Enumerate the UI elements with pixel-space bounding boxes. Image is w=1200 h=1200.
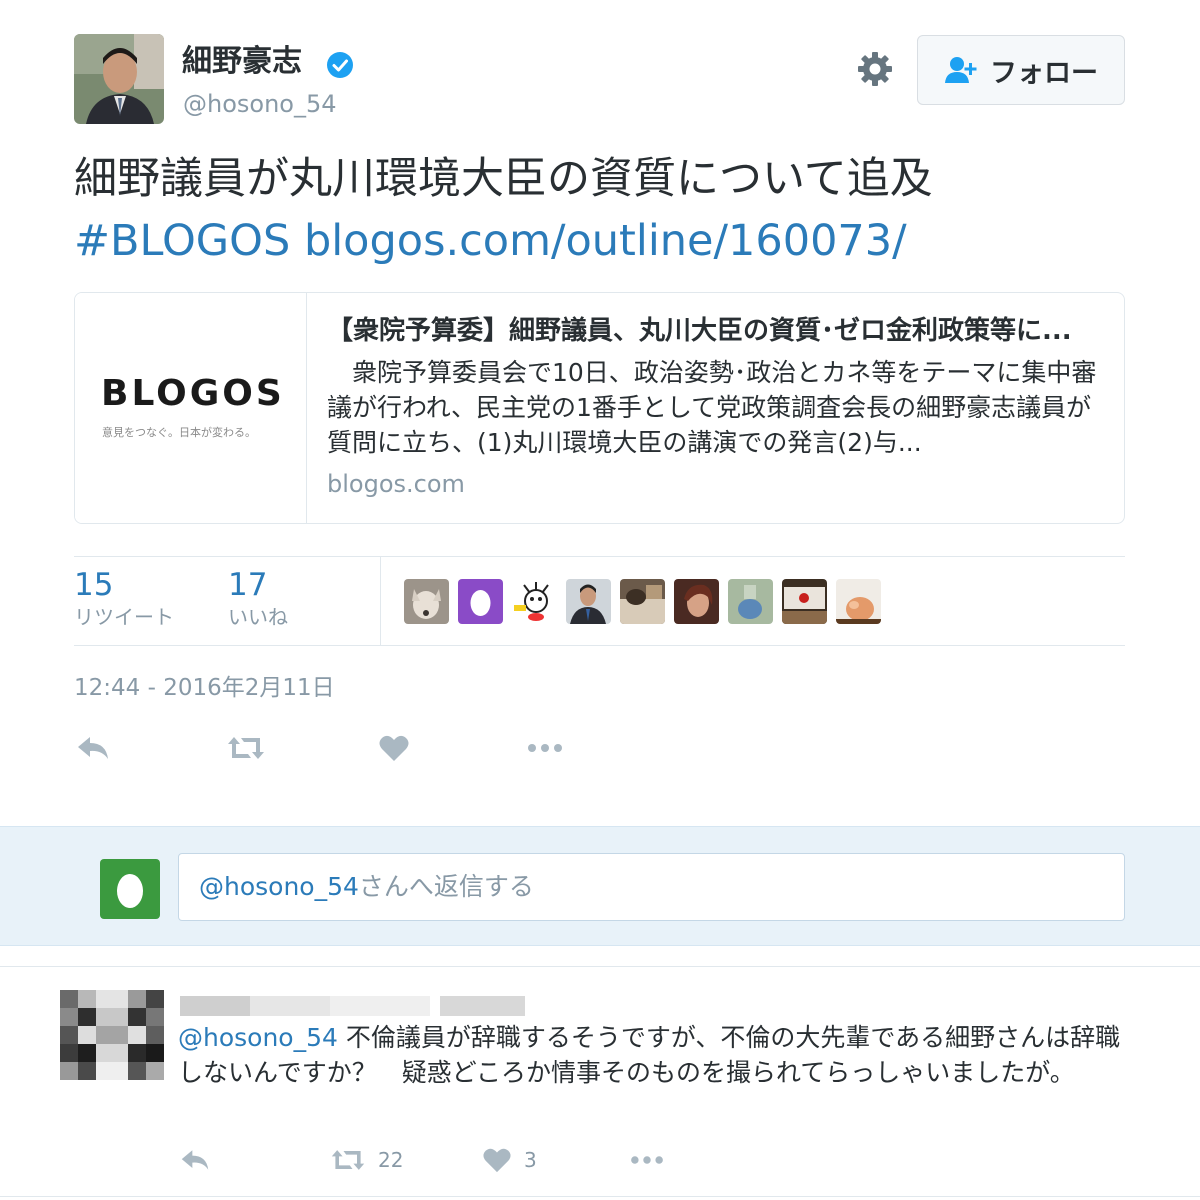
divider bbox=[0, 966, 1200, 967]
reply-tweet-text: @hosono_54 不倫議員が辞職するそうですが、不倫の大先輩である細野さんは… bbox=[178, 1020, 1138, 1090]
liker-avatar[interactable] bbox=[566, 579, 611, 624]
add-user-icon bbox=[945, 57, 977, 83]
like-count: 17 bbox=[228, 567, 268, 603]
liker-avatar[interactable] bbox=[674, 579, 719, 624]
reply-composer: @hosono_54さんへ返信する bbox=[0, 826, 1200, 946]
hashtag-link[interactable]: #BLOGOS bbox=[74, 216, 290, 266]
reply-input[interactable]: @hosono_54さんへ返信する bbox=[178, 853, 1125, 921]
more-icon bbox=[631, 1156, 663, 1164]
reply-tweet-actions: 22 3 bbox=[180, 1142, 700, 1176]
verified-badge-icon bbox=[327, 52, 353, 78]
stats-divider bbox=[380, 557, 381, 645]
author-display-name[interactable]: 細野豪志 bbox=[182, 42, 302, 82]
reply-mention-link[interactable]: @hosono_54 bbox=[178, 1023, 338, 1052]
tweet-text: 細野議員が丸川環境大臣の資質について追及 #BLOGOS blogos.com/… bbox=[74, 148, 1154, 272]
liker-avatar[interactable] bbox=[782, 579, 827, 624]
liker-avatar[interactable] bbox=[512, 579, 557, 624]
reply-author-name-blurred[interactable] bbox=[180, 990, 525, 1020]
heart-icon bbox=[483, 1148, 511, 1173]
tweet-timestamp[interactable]: 12:44 - 2016年2月11日 bbox=[74, 672, 335, 704]
follow-label: フォロー bbox=[990, 57, 1098, 89]
divider bbox=[0, 1196, 1200, 1197]
more-button[interactable] bbox=[526, 730, 564, 766]
tweet-stats: 15 リツイート 17 いいね bbox=[74, 556, 1125, 646]
retweet-label: リツイート bbox=[74, 605, 174, 629]
like-button[interactable] bbox=[378, 730, 410, 766]
more-icon bbox=[528, 744, 562, 752]
retweet-icon bbox=[228, 737, 264, 759]
liker-avatar[interactable] bbox=[836, 579, 881, 624]
card-domain: blogos.com bbox=[327, 470, 465, 498]
reply-icon bbox=[78, 737, 108, 759]
retweet-button[interactable] bbox=[226, 730, 266, 766]
gear-icon[interactable] bbox=[856, 50, 894, 88]
tweet-actions bbox=[76, 730, 596, 766]
author-avatar[interactable] bbox=[74, 34, 164, 124]
reply-button[interactable] bbox=[76, 730, 110, 766]
retweet-icon bbox=[331, 1150, 365, 1170]
reply-author-avatar[interactable] bbox=[60, 990, 164, 1080]
retweet-count: 15 bbox=[74, 567, 114, 603]
like-label: いいね bbox=[228, 605, 288, 629]
reply-input-placeholder: さんへ返信する bbox=[358, 872, 534, 901]
reply-button[interactable] bbox=[180, 1142, 210, 1178]
liker-avatar[interactable] bbox=[458, 579, 503, 624]
reply-icon bbox=[181, 1150, 209, 1170]
likers-avatars bbox=[404, 579, 881, 624]
more-button[interactable] bbox=[628, 1142, 666, 1178]
retweet-stat[interactable]: 15 リツイート bbox=[74, 567, 174, 631]
blogos-tagline: 意見をつなぐ。日本が変わる。 bbox=[102, 426, 256, 439]
link-card[interactable]: BLOGOS 意見をつなぐ。日本が変わる。 【衆院予算委】細野議員、丸川大臣の資… bbox=[74, 292, 1125, 524]
retweet-button[interactable]: 22 bbox=[330, 1142, 403, 1178]
liker-avatar[interactable] bbox=[404, 579, 449, 624]
tweet-text-line: 細野議員が丸川環境大臣の資質について追及 bbox=[74, 154, 933, 204]
url-link[interactable]: blogos.com/outline/160073/ bbox=[304, 216, 907, 266]
reply-input-mention: @hosono_54 bbox=[199, 872, 359, 901]
card-thumbnail: BLOGOS 意見をつなぐ。日本が変わる。 bbox=[75, 293, 307, 523]
like-button[interactable]: 3 bbox=[482, 1142, 537, 1178]
blogos-logo: BLOGOS bbox=[101, 373, 285, 414]
follow-button[interactable]: フォロー bbox=[917, 35, 1125, 105]
card-title: 【衆院予算委】細野議員、丸川大臣の資質･ゼロ金利政策等に... bbox=[327, 316, 1072, 346]
current-user-avatar[interactable] bbox=[100, 859, 160, 919]
card-description: 衆院予算委員会で10日、政治姿勢･政治とカネ等をテーマに集中審議が行われ、民主党… bbox=[327, 358, 1097, 457]
like-stat[interactable]: 17 いいね bbox=[228, 567, 288, 631]
author-handle[interactable]: @hosono_54 bbox=[183, 88, 337, 120]
liker-avatar[interactable] bbox=[620, 579, 665, 624]
liker-avatar[interactable] bbox=[728, 579, 773, 624]
heart-icon bbox=[379, 735, 409, 761]
reply-retweet-count: 22 bbox=[378, 1148, 404, 1172]
reply-like-count: 3 bbox=[524, 1148, 537, 1172]
